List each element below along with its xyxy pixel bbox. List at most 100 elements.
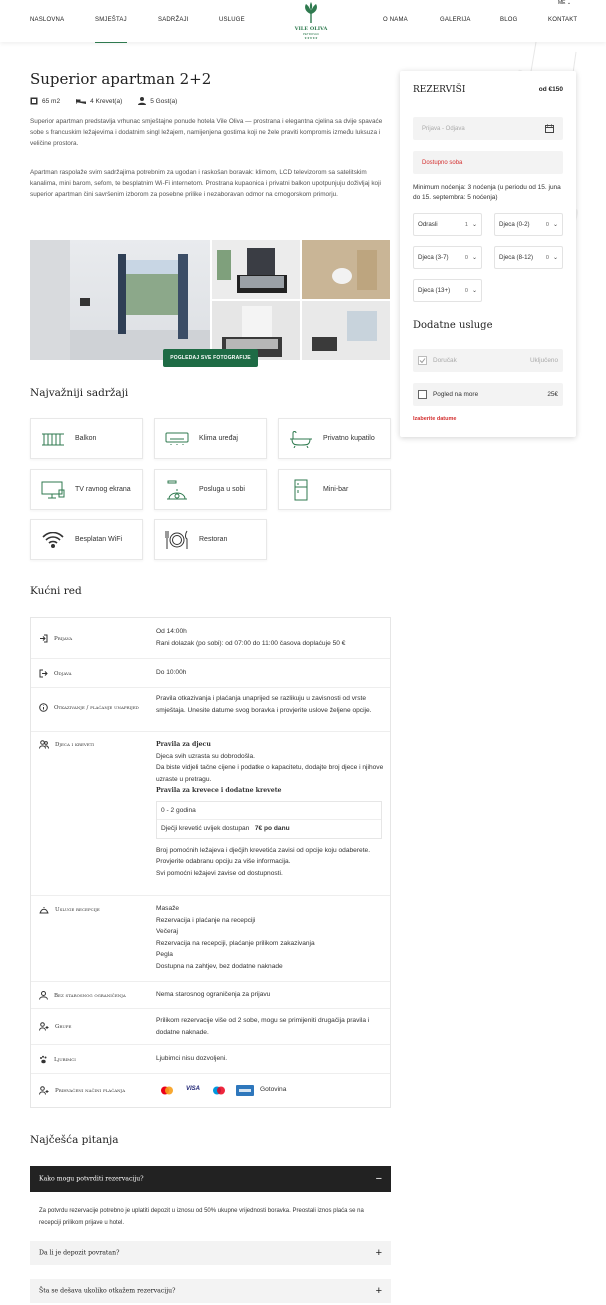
- room-beds: 4 Krevet(a): [76, 97, 122, 105]
- faq-item-3[interactable]: Šta se dešava ukoliko otkažem rezervacij…: [30, 1279, 391, 1303]
- tv-icon: [41, 481, 65, 498]
- rule-label: Prijava: [54, 635, 73, 642]
- area-icon: [30, 97, 38, 105]
- rule-value: Prilikom rezervacije više od 2 sobe, mog…: [156, 1017, 370, 1036]
- login-icon: [40, 634, 48, 643]
- nav-naslovna[interactable]: NASLOVNA: [30, 17, 64, 23]
- amenity-balkon: Balkon: [30, 418, 143, 459]
- rule-value: Večeraj: [156, 928, 178, 935]
- balcony-icon: [42, 433, 64, 445]
- nav-sadrzaji[interactable]: SADRŽAJI: [158, 17, 189, 23]
- kids-0-2-select[interactable]: Djeca (0-2) 0 ⌄: [494, 213, 563, 236]
- rooms-available-field[interactable]: Dostupno soba: [413, 151, 563, 174]
- rule-label: Ljubimci: [54, 1056, 76, 1063]
- chevron-down-icon: ⌄: [471, 255, 477, 261]
- rule-row-kids: Djeca i kreveti Pravila za djecu Djeca s…: [31, 732, 390, 896]
- chevron-down-icon: ⌄: [566, 0, 572, 6]
- nav-kontakt[interactable]: KONTAKT: [548, 17, 577, 23]
- gallery-photo-5[interactable]: [302, 301, 390, 360]
- calendar-icon[interactable]: [545, 124, 554, 133]
- view-all-photos-button[interactable]: POGLEDAJ SVE FOTOGRAFIJE: [163, 349, 258, 367]
- logo[interactable]: VILE OLIVA PETROVAC ★★★★★: [291, 2, 331, 40]
- group-icon: [39, 1022, 49, 1031]
- select-label: Djeca (8-12): [499, 254, 534, 261]
- select-label: Djeca (13+): [418, 287, 451, 294]
- extra-breakfast: Doručak Uključeno: [413, 349, 563, 372]
- select-label: Odrasli: [418, 221, 438, 228]
- info-icon: [39, 703, 48, 712]
- cash-label: Gotovina: [260, 1086, 287, 1094]
- restaurant-icon: [165, 530, 188, 549]
- plus-icon: +: [375, 1247, 382, 1259]
- extra-value: Uključeno: [529, 357, 558, 364]
- kids-8-12-select[interactable]: Djeca (8-12) 0 ⌄: [494, 246, 563, 269]
- person-icon: [138, 97, 147, 105]
- wifi-icon: [42, 531, 64, 548]
- amenity-label: Posluga u sobi: [199, 486, 245, 493]
- faq-question: Da li je depozit povratan?: [39, 1249, 120, 1257]
- person-icon: [39, 991, 48, 1000]
- amenity-label: Privatno kupatilo: [323, 435, 375, 442]
- nav-smjestaj[interactable]: SMJEŠTAJ: [95, 17, 127, 43]
- room-description-1: Superior apartman predstavlja vrhunac sm…: [30, 118, 383, 147]
- select-value: 0: [464, 287, 468, 294]
- language-selector[interactable]: ME ⌄: [558, 0, 571, 6]
- room-guests: 5 Gost(a): [138, 97, 177, 105]
- faq-item-1[interactable]: Kako mogu potvrditi rezervaciju? −: [30, 1166, 391, 1192]
- date-range-placeholder: Prijava - Odjava: [422, 125, 465, 132]
- amenity-kupatilo: Privatno kupatilo: [278, 418, 391, 459]
- nav-galerija[interactable]: GALERIJA: [440, 17, 471, 23]
- rule-label: Otkazivanje / plaćanje unaprijed: [54, 704, 139, 711]
- rooms-available-text: Dostupno soba: [422, 159, 463, 166]
- kids-13-plus-select[interactable]: Djeca (13+) 0 ⌄: [413, 279, 482, 302]
- rule-row-checkout: Odjava Do 10:00h: [31, 659, 390, 688]
- rule-value: Djeca svih uzrasta su dobrodošla.: [156, 752, 255, 760]
- faq-title: Najčešća pitanja: [30, 1134, 119, 1146]
- room-size: 65 m2: [30, 97, 60, 105]
- adults-select[interactable]: Odrasli 1 ⌄: [413, 213, 482, 236]
- room-beds-text: 4 Krevet(a): [90, 97, 123, 105]
- rule-label: Usluge recepcije: [55, 907, 100, 913]
- room-size-text: 65 m2: [42, 97, 61, 105]
- rule-label: Odjava: [54, 670, 72, 677]
- faq-item-2[interactable]: Da li je depozit povratan? +: [30, 1241, 391, 1265]
- nav-usluge[interactable]: USLUGE: [219, 17, 245, 23]
- people-icon: [39, 1086, 49, 1095]
- rule-value: Rani dolazak (po sobi): od 07:00 do 11:0…: [156, 639, 346, 647]
- kids-3-7-select[interactable]: Djeca (3-7) 0 ⌄: [413, 246, 482, 269]
- faq-question: Kako mogu potvrditi rezervaciju?: [39, 1175, 144, 1183]
- photo-gallery[interactable]: [30, 240, 390, 360]
- date-range-input[interactable]: Prijava - Odjava: [413, 117, 563, 140]
- extra-price: 25€: [547, 391, 558, 398]
- minus-icon: −: [375, 1173, 382, 1185]
- rule-row-checkin: Prijava Od 14:00h Rani dolazak (po sobi):…: [31, 618, 390, 659]
- room-description-2: Apartman raspolaže svim sadržajima potre…: [30, 169, 381, 198]
- olive-logo-icon: [305, 2, 317, 24]
- rule-label: Prihvaćeni načini plaćanja: [55, 1087, 126, 1094]
- rule-value: Da biste vidjeli tačne cijene i podatke …: [156, 764, 384, 783]
- faq-question: Šta se dešava ukoliko otkažem rezervacij…: [39, 1287, 176, 1295]
- extra-seaview[interactable]: Pogled na more 25€: [413, 383, 563, 406]
- extra-label: Doručak: [433, 357, 457, 364]
- house-rules-table: Prijava Od 14:00h Rani dolazak (po sobi):…: [30, 617, 391, 1108]
- rule-label: Bez starosnog ograničenja: [54, 992, 126, 999]
- chevron-down-icon: ⌄: [552, 222, 558, 228]
- minibar-icon: [294, 479, 308, 500]
- checkbox[interactable]: [418, 390, 427, 399]
- logo-stars: ★★★★★: [304, 36, 318, 40]
- plus-icon: +: [375, 1285, 382, 1297]
- gallery-photo-3[interactable]: [302, 240, 390, 299]
- room-guests-text: 5 Gost(a): [150, 97, 178, 105]
- booking-widget: REZERVIŠI od €150 Prijava - Odjava Dostu…: [400, 71, 576, 437]
- gallery-photo-2[interactable]: [212, 240, 300, 299]
- nav-o-nama[interactable]: O NAMA: [383, 17, 408, 23]
- rule-row-age: Bez starosnog ograničenja Nema starosnog…: [31, 982, 390, 1009]
- booking-price-from: od €150: [538, 86, 563, 93]
- extra-label: Pogled na more: [433, 391, 479, 398]
- cot-table: 0 - 2 godina Dječji krevetić uvijek dost…: [156, 800, 382, 839]
- select-value: 1: [464, 221, 468, 228]
- rule-row-cancel: Otkazivanje / plaćanje unaprijed Pravila…: [31, 688, 390, 732]
- room-title: Superior apartman 2+2: [30, 70, 212, 88]
- gallery-photo-main[interactable]: [30, 240, 210, 360]
- nav-blog[interactable]: BLOG: [500, 17, 517, 23]
